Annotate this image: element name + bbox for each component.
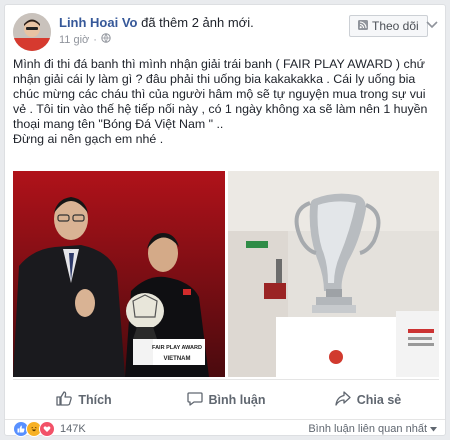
action-bar: Thích Bình luận Chia sẻ	[13, 379, 439, 420]
photo-trophy[interactable]	[228, 171, 439, 377]
love-reaction-icon	[39, 421, 55, 437]
share-icon	[335, 391, 351, 409]
caret-down-icon	[430, 423, 437, 435]
post-card: Linh Hoai Vo đã thêm 2 ảnh mới. 11 giờ ·…	[4, 4, 446, 438]
post-text: Mình đi thi đá banh thì mình nhận giải t…	[13, 57, 441, 147]
post-text-line: thoại mang tên "Bóng Đá Việt Nam " ..	[13, 117, 224, 131]
post-text-line: chúc mừng các cháu thì của người hâm mộ …	[13, 87, 426, 101]
post-text-line: vẻ . Tôi tin vào thế hệ tiếp nối này , c…	[13, 102, 428, 116]
post-action-text: đã thêm 2 ảnh mới.	[141, 15, 254, 30]
thumbs-up-icon	[56, 391, 73, 409]
post-meta: 11 giờ ·	[59, 33, 111, 46]
share-label: Chia sẻ	[356, 393, 402, 407]
like-label: Thích	[78, 393, 112, 407]
like-button[interactable]: Thích	[13, 380, 155, 420]
follow-label: Theo dõi	[372, 19, 419, 33]
comment-label: Bình luận	[208, 393, 266, 407]
globe-icon	[101, 33, 111, 46]
post-footer: 147K Bình luận liên quan nhất	[5, 419, 445, 438]
post-text-line: Mình đi thi đá banh thì mình nhận giải t…	[13, 57, 425, 71]
comment-button[interactable]: Bình luận	[155, 380, 297, 420]
rss-icon	[358, 19, 368, 33]
comment-sort-dropdown[interactable]: Bình luận liên quan nhất	[308, 423, 437, 435]
author-name[interactable]: Linh Hoai Vo	[59, 15, 137, 30]
sign-text-award: FAIR PLAY AWARD	[152, 345, 202, 351]
photo-grid: FAIR PLAY AWARD VIETNAM	[13, 171, 439, 377]
post-header: Linh Hoai Vo đã thêm 2 ảnh mới.	[59, 15, 254, 30]
post-text-line: Đừng ai nên gạch em nhé .	[13, 132, 164, 146]
avatar[interactable]	[13, 13, 51, 51]
follow-button[interactable]: Theo dõi	[349, 15, 428, 37]
share-button[interactable]: Chia sẻ	[297, 380, 439, 420]
sort-label: Bình luận liên quan nhất	[308, 423, 427, 435]
chevron-down-icon[interactable]	[423, 17, 441, 35]
photo-award-ceremony[interactable]: FAIR PLAY AWARD VIETNAM	[13, 171, 225, 377]
post-text-line: nhận giải cái ly làm gì ? đâu phải thi u…	[13, 72, 416, 86]
post-time[interactable]: 11 giờ	[59, 34, 89, 46]
reaction-count: 147K	[60, 423, 86, 435]
comment-icon	[186, 391, 203, 409]
sign-text-team: VIETNAM	[164, 356, 191, 362]
reaction-summary[interactable]: 147K	[13, 421, 86, 437]
